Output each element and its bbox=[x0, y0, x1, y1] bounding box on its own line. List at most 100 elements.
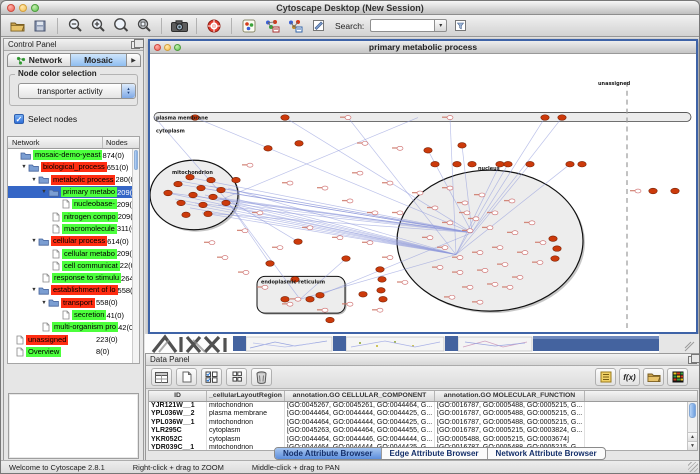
attribute-table-header[interactable]: ID _cellularLayoutRegion annotation.GO C… bbox=[149, 391, 697, 402]
tree-item-nucleobase-[interactable]: nucleobase-209(0) bbox=[8, 198, 132, 210]
advanced-search-icon[interactable] bbox=[450, 17, 470, 35]
layout-2-icon[interactable] bbox=[285, 17, 305, 35]
col-cellular-component[interactable]: annotation.GO CELLULAR_COMPONENT bbox=[285, 391, 435, 401]
tree-item-cell-communicat[interactable]: cell communicat22(0) bbox=[8, 260, 132, 272]
tree-item-primary-metabo[interactable]: ▼primary metabo209(... bbox=[8, 186, 132, 198]
node-label-mark bbox=[524, 222, 529, 223]
select-attributes-matrix-icon[interactable] bbox=[201, 368, 222, 386]
resize-grip[interactable] bbox=[688, 462, 698, 472]
tree-item-biological-process[interactable]: ▼biological_process651(0) bbox=[8, 161, 132, 173]
unselect-attributes-icon[interactable] bbox=[226, 368, 247, 386]
expand-arrow-icon[interactable]: ▼ bbox=[40, 300, 48, 306]
tree-col-network[interactable]: Network bbox=[8, 137, 103, 148]
zoom-selected-icon[interactable] bbox=[134, 17, 154, 35]
scroll-down-icon[interactable]: ▼ bbox=[688, 441, 697, 450]
col-id[interactable]: ID bbox=[149, 391, 207, 401]
function-builder-icon[interactable]: f(x) bbox=[619, 368, 640, 386]
expand-arrow-icon[interactable]: ▼ bbox=[30, 238, 38, 244]
minimize-icon[interactable] bbox=[19, 4, 27, 12]
tree-scrollbar-thumb[interactable] bbox=[134, 150, 138, 170]
tree-item-unassigned[interactable]: unassigned223(0) bbox=[8, 333, 132, 345]
tab-edge-attribute-browser[interactable]: Edge Attribute Browser bbox=[382, 448, 488, 459]
table-scrollbar-thumb[interactable] bbox=[689, 403, 696, 418]
table-row[interactable]: YLR295Ccytoplasm[GO:0045263, GO:0044464,… bbox=[149, 427, 687, 435]
col-molecular-function[interactable]: annotation.GO MOLECULAR_FUNCTION bbox=[435, 391, 585, 401]
table-scrollbar[interactable]: ▲ ▼ bbox=[687, 402, 697, 450]
attribute-table[interactable]: ID _cellularLayoutRegion annotation.GO C… bbox=[148, 390, 698, 451]
tree-item-macromolecule[interactable]: macromolecule311(0) bbox=[8, 223, 132, 235]
snapshot-icon[interactable] bbox=[169, 17, 189, 35]
table-row[interactable]: YPL036W__2plasma membrane[GO:0044464, GO… bbox=[149, 410, 687, 418]
network-canvas[interactable]: plasma membranecytoplasmmitochondrionnuc… bbox=[150, 54, 696, 332]
zoom-fit-icon[interactable] bbox=[111, 17, 131, 35]
tab-mosaic[interactable]: Mosaic bbox=[71, 53, 127, 67]
tree-item-cellular-metabo[interactable]: cellular metabo209(0) bbox=[8, 247, 132, 259]
close-icon[interactable] bbox=[7, 4, 15, 12]
tree-item-overview[interactable]: Overview8(0) bbox=[8, 346, 132, 358]
tree-item-transport[interactable]: ▼transport558(0) bbox=[8, 297, 132, 309]
select-attributes-icon[interactable] bbox=[151, 368, 172, 386]
tree-item-secretion[interactable]: secretion41(0) bbox=[8, 309, 132, 321]
tree-item-establishment-of-lo[interactable]: ▼establishment of lo558(0) bbox=[8, 284, 132, 296]
tab-node-attribute-browser[interactable]: Node Attribute Browser bbox=[275, 448, 382, 459]
node-color-selection-group: Node color selection transporter activit… bbox=[9, 74, 138, 106]
zoom-in-icon[interactable] bbox=[88, 17, 108, 35]
select-nodes-checkbox[interactable]: ✓ bbox=[14, 114, 24, 124]
search-dropdown-icon[interactable]: ▾ bbox=[434, 19, 447, 32]
attribute-list-icon[interactable] bbox=[595, 368, 616, 386]
table-row[interactable]: YPL036W__1mitochondrion[GO:0044464, GO:0… bbox=[149, 419, 687, 427]
tree-item-nitrogen-compo[interactable]: nitrogen compo209(0) bbox=[8, 210, 132, 222]
expand-arrow-icon[interactable]: ▼ bbox=[30, 287, 38, 293]
tree-item-response-to-stimulu[interactable]: response to stimulu264(0) bbox=[8, 272, 132, 284]
tree-col-nodes[interactable]: Nodes bbox=[103, 137, 139, 148]
node-label-mark bbox=[412, 192, 417, 193]
tree-item-metabolic-process[interactable]: ▼metabolic process280(0) bbox=[8, 174, 132, 186]
combo-stepper-icon[interactable]: ▲▼ bbox=[121, 84, 135, 98]
layout-1-icon[interactable] bbox=[262, 17, 282, 35]
help-icon[interactable] bbox=[204, 17, 224, 35]
delete-attribute-icon[interactable] bbox=[251, 368, 272, 386]
network-view-window[interactable]: primary metabolic process plasma membran… bbox=[148, 39, 698, 334]
window-titlebar[interactable]: Cytoscape Desktop (New Session) bbox=[1, 1, 699, 15]
close-icon[interactable] bbox=[154, 44, 161, 51]
table-row[interactable]: YKR052Ccytoplasm[GO:0044464, GO:0044446,… bbox=[149, 436, 687, 444]
tab-network-attribute-browser[interactable]: Network Attribute Browser bbox=[488, 448, 605, 459]
node-label-mark bbox=[342, 200, 347, 201]
expand-arrow-icon[interactable]: ▼ bbox=[40, 189, 48, 195]
minimize-icon[interactable] bbox=[164, 44, 171, 51]
network-node bbox=[281, 296, 289, 302]
open-icon[interactable] bbox=[7, 17, 27, 35]
annotation-icon[interactable] bbox=[308, 17, 328, 35]
network-graph[interactable]: plasma membranecytoplasmmitochondrionnuc… bbox=[150, 54, 696, 332]
tree-scrollbar[interactable] bbox=[132, 149, 139, 363]
scroll-up-icon[interactable]: ▲ bbox=[688, 432, 697, 441]
tree-item-multi-organism-pro[interactable]: multi-organism pro42(0) bbox=[8, 321, 132, 333]
col-layout-region[interactable]: _cellularLayoutRegion bbox=[207, 391, 285, 401]
tree-item-node-count: 223(0) bbox=[96, 335, 132, 344]
tab-network[interactable]: Network bbox=[7, 53, 71, 67]
tree-column-header[interactable]: Network Nodes bbox=[8, 137, 139, 149]
birdseye-view[interactable] bbox=[8, 393, 139, 459]
zoom-window-icon[interactable] bbox=[174, 44, 181, 51]
float-panel-icon[interactable] bbox=[131, 41, 140, 49]
create-attribute-icon[interactable] bbox=[176, 368, 197, 386]
save-icon[interactable] bbox=[30, 17, 50, 35]
zoom-window-icon[interactable] bbox=[31, 4, 39, 12]
float-panel-icon[interactable] bbox=[688, 356, 697, 364]
heatmap-icon[interactable] bbox=[667, 368, 688, 386]
expand-arrow-icon[interactable]: ▼ bbox=[20, 164, 28, 170]
network-window-titlebar[interactable]: primary metabolic process bbox=[150, 41, 696, 54]
tab-overflow-button[interactable]: ▶ bbox=[127, 53, 141, 67]
vizmapper-icon[interactable] bbox=[239, 17, 259, 35]
expand-arrow-icon[interactable]: ▼ bbox=[30, 177, 38, 183]
tree-item-mosaic-demo-yeast[interactable]: mosaic-demo-yeast874(0) bbox=[8, 149, 132, 161]
search-input[interactable] bbox=[370, 19, 434, 32]
import-attributes-icon[interactable] bbox=[643, 368, 664, 386]
zoom-out-icon[interactable] bbox=[65, 17, 85, 35]
region-label-unassigned: unassigned bbox=[598, 81, 631, 87]
node-label-mark bbox=[444, 296, 449, 297]
tree-item-cellular-process[interactable]: ▼cellular process614(0) bbox=[8, 235, 132, 247]
node-color-combo[interactable]: transporter activity ▲▼ bbox=[18, 83, 136, 99]
table-row[interactable]: YJR121W__1mitochondrion[GO:0045267, GO:0… bbox=[149, 402, 687, 410]
table-cell-spacer bbox=[585, 410, 687, 418]
